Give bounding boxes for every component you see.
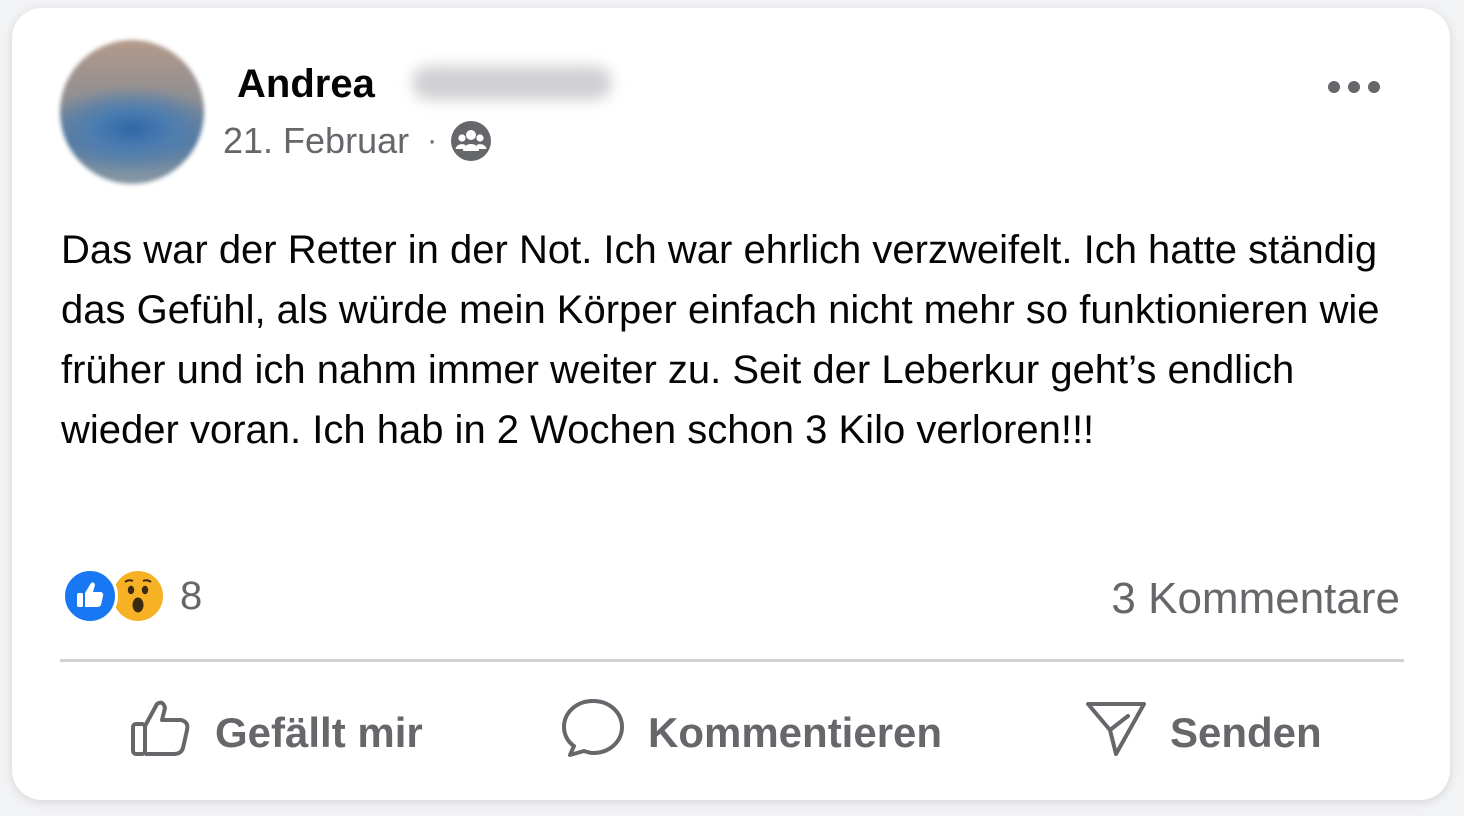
- like-icon: [62, 568, 118, 624]
- author-name[interactable]: Andrea: [237, 62, 375, 107]
- reaction-count: 8: [180, 573, 203, 618]
- comment-button-label: Kommentieren: [648, 709, 943, 756]
- comments-count[interactable]: 3 Kommentare: [1111, 574, 1400, 624]
- more-dot: [1328, 81, 1340, 93]
- send-arrow-icon: [1084, 696, 1148, 770]
- more-options-button[interactable]: [1328, 74, 1380, 100]
- post-meta: 21. Februar ·: [223, 120, 492, 162]
- send-button[interactable]: Senden: [1084, 688, 1322, 778]
- thumbs-up-icon: [129, 696, 193, 770]
- more-dot: [1368, 81, 1380, 93]
- comment-bubble-icon: [560, 695, 626, 771]
- reactions-summary[interactable]: 8: [62, 566, 202, 626]
- author-first-name[interactable]: Andrea: [237, 62, 375, 106]
- action-bar: Gefällt mir Kommentieren Senden: [12, 688, 1450, 778]
- group-icon: [451, 121, 492, 161]
- like-button-label: Gefällt mir: [215, 709, 423, 756]
- send-button-label: Senden: [1170, 709, 1322, 756]
- meta-separator: ·: [427, 124, 438, 157]
- divider: [60, 659, 1404, 662]
- post-text: Das war der Retter in der Not. Ich war e…: [61, 228, 1380, 452]
- post-date[interactable]: 21. Februar: [223, 120, 409, 162]
- more-dot: [1348, 81, 1360, 93]
- comment-button[interactable]: Kommentieren: [560, 688, 942, 778]
- like-button[interactable]: Gefällt mir: [129, 688, 423, 778]
- wow-icon: [110, 568, 166, 624]
- post-card: Andrea 21. Februar · Das war der Retter …: [12, 8, 1450, 800]
- blurred-surname: [412, 66, 612, 100]
- avatar[interactable]: [60, 40, 204, 184]
